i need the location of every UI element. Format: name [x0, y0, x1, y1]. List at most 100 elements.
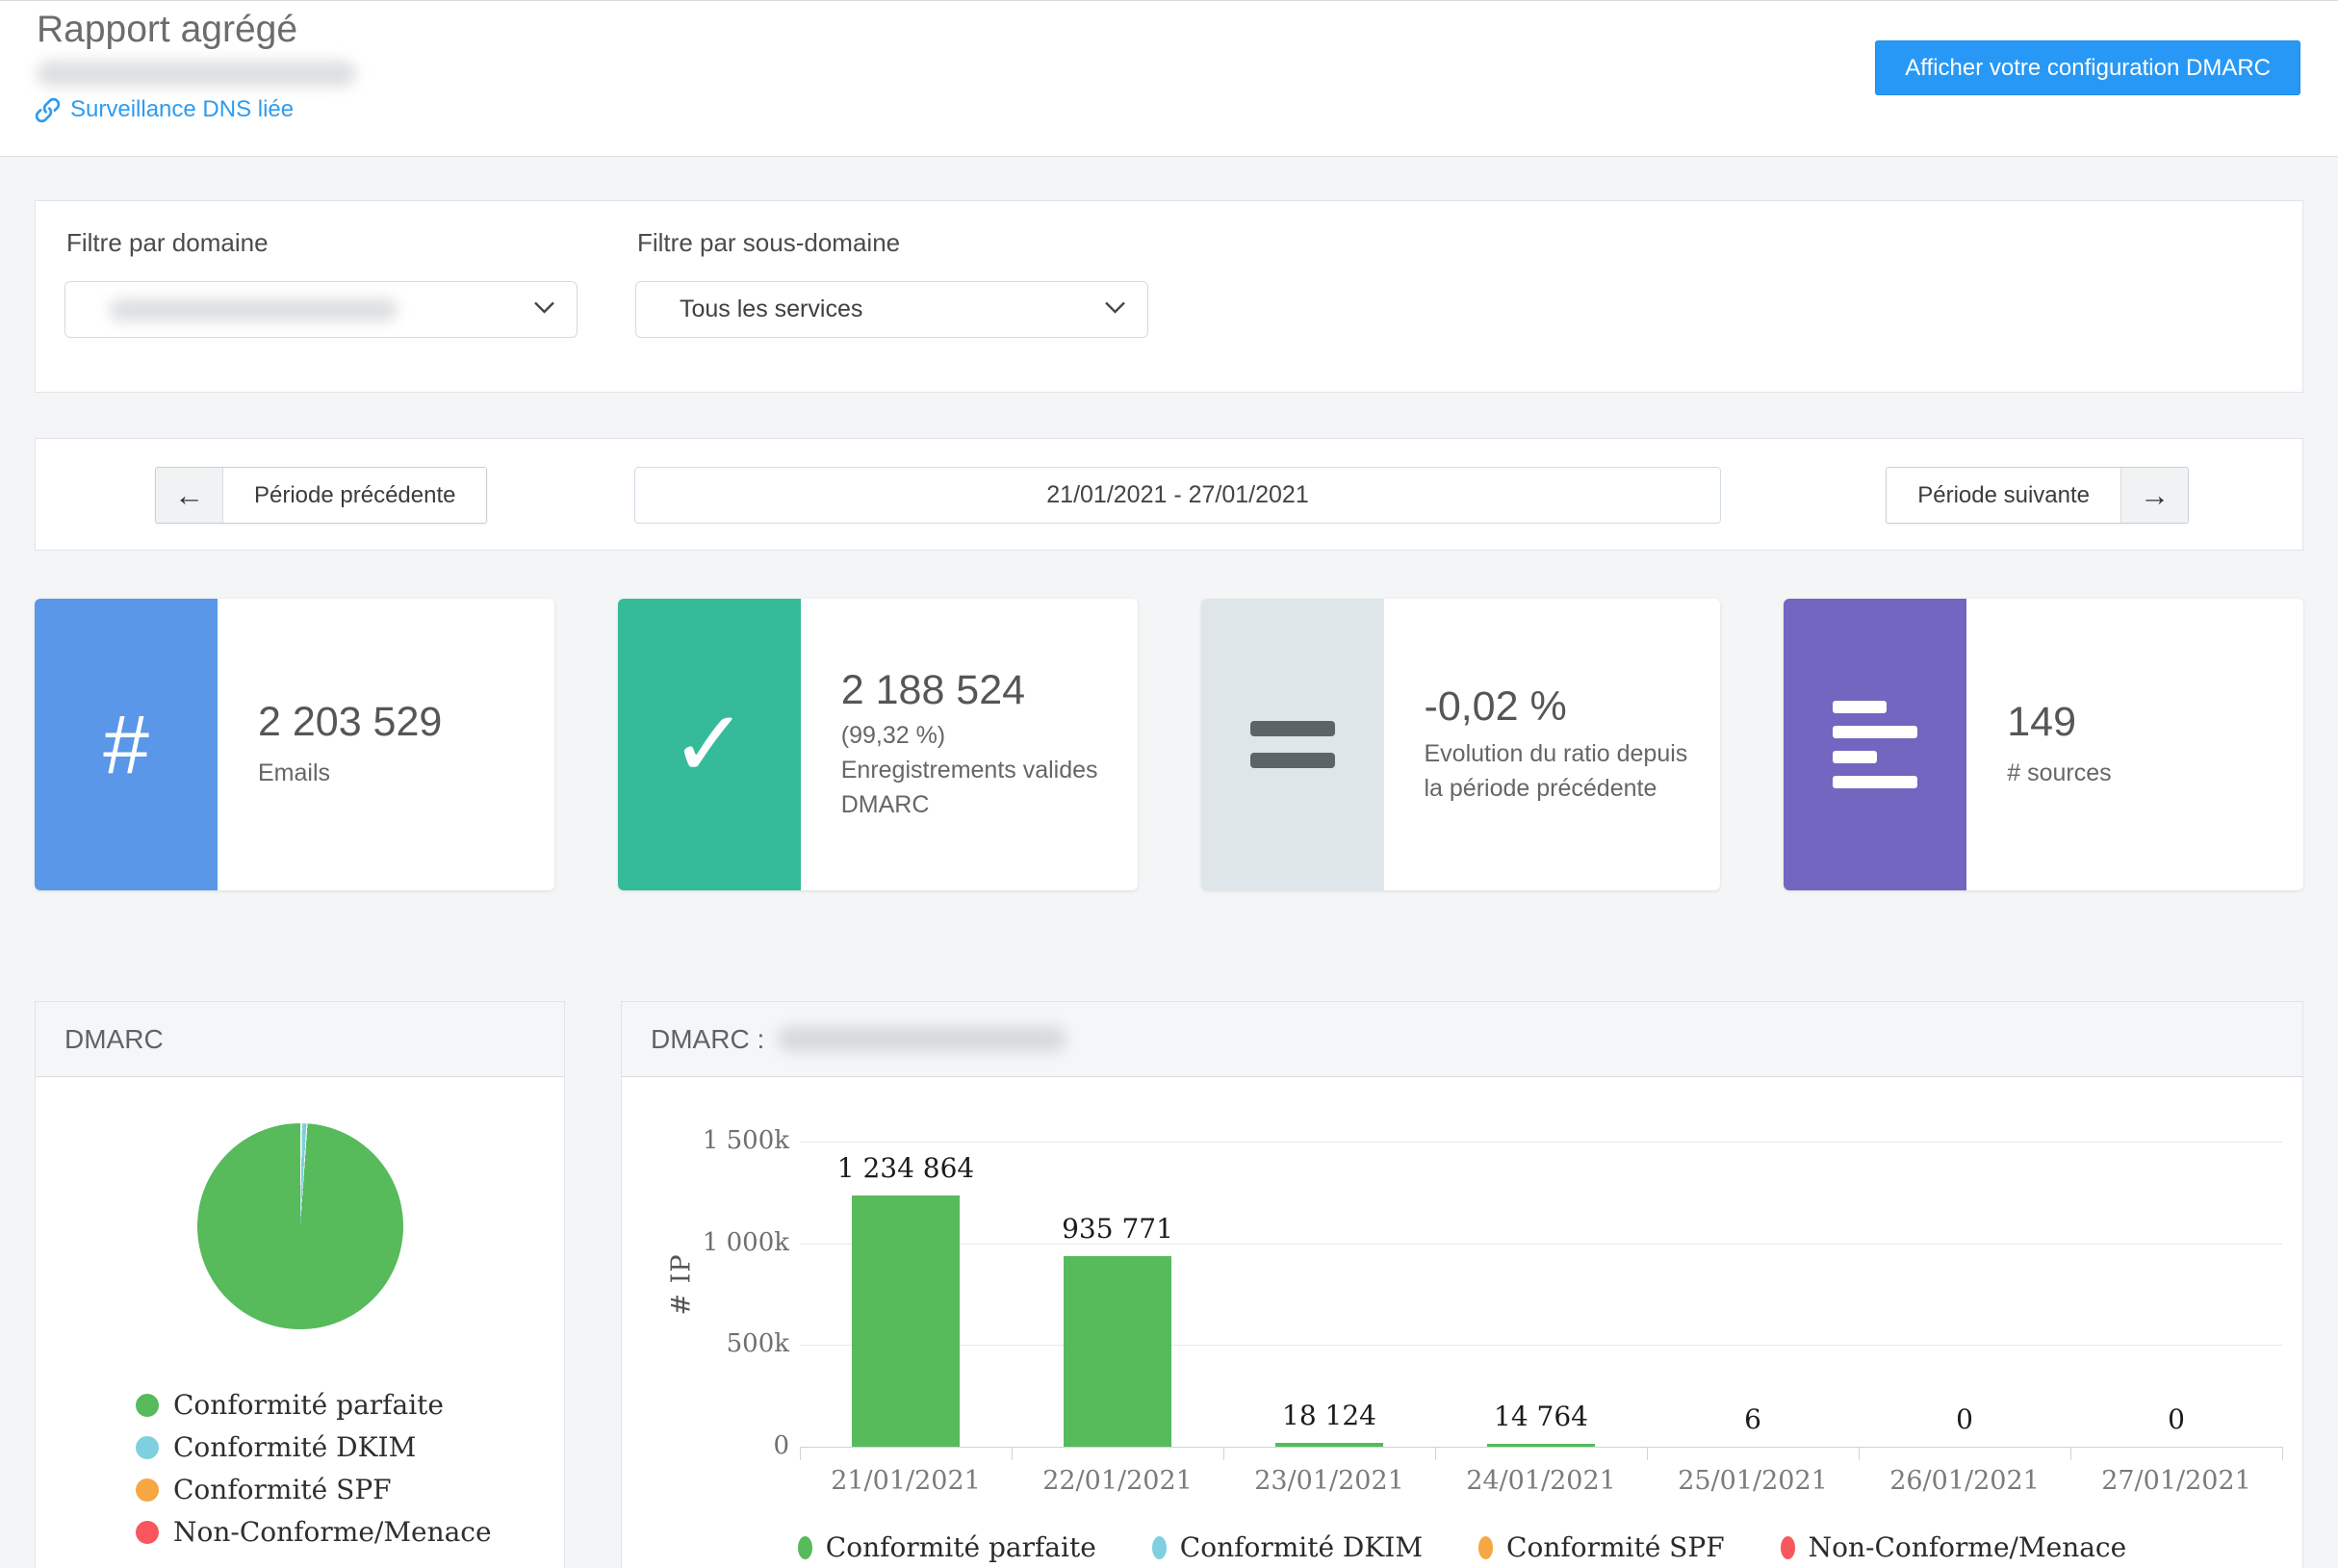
pie-legend-item[interactable]: Conformité parfaite [136, 1389, 564, 1421]
bar-value-label: 0 [2070, 1403, 2282, 1435]
dmarc-pie-card: DMARC Conformité parfaite Conformité DKIM… [35, 1001, 565, 1568]
chevron-down-icon [1104, 300, 1126, 320]
bar-legend-item[interactable]: Conformité DKIM [1152, 1531, 1423, 1563]
dns-monitoring-link[interactable]: Surveillance DNS liée [35, 96, 294, 123]
arrow-right-icon: → [2120, 468, 2188, 523]
arrow-left-icon: ← [156, 468, 223, 523]
stat-label: # sources [2007, 756, 2111, 790]
legend-label: Non-Conforme/Menace [1809, 1531, 2127, 1563]
bar-value-label: 1 234 864 [800, 1152, 1012, 1184]
x-axis-category-label: 23/01/2021 [1223, 1466, 1435, 1496]
legend-marker-icon [136, 1478, 159, 1502]
filters-card: Filtre par domaine Filtre par sous-domai… [35, 200, 2303, 393]
y-axis-tick-label: 500k [635, 1329, 789, 1358]
stat-panel [1784, 599, 1966, 890]
show-dmarc-config-button[interactable]: Afficher votre configuration DMARC [1875, 40, 2300, 95]
bar-value-label: 935 771 [1012, 1213, 1223, 1245]
stat-label: Emails [258, 756, 442, 790]
redacted-domain-subtitle [37, 61, 356, 87]
stat-panel: # [35, 599, 218, 890]
x-axis-tick [1223, 1447, 1224, 1460]
bar-value-label: 14 764 [1435, 1401, 1647, 1432]
chevron-down-icon [533, 300, 555, 320]
x-axis-tick [1859, 1447, 1860, 1460]
x-axis-tick [1435, 1447, 1436, 1460]
pie-legend-item[interactable]: Conformité SPF [136, 1474, 564, 1505]
stat-card-ratio-evolution: -0,02 % Evolution du ratio depuis la pér… [1201, 599, 1721, 890]
legend-marker-icon [136, 1436, 159, 1459]
pie-legend-item[interactable]: Conformité DKIM [136, 1431, 564, 1463]
bar-card-header: DMARC : [622, 1002, 2302, 1077]
stat-card-emails: # 2 203 529 Emails [35, 599, 554, 890]
redacted-domain-title [778, 1026, 1066, 1052]
subdomain-filter-value: Tous les services [636, 296, 862, 323]
bar-legend: Conformité parfaite Conformité DKIM Confor… [622, 1531, 2302, 1563]
y-axis-tick-label: 1 500k [635, 1126, 789, 1155]
x-axis-tick [800, 1447, 801, 1460]
next-period-label: Période suivante [1887, 468, 2120, 523]
bar-segment [1064, 1256, 1171, 1447]
y-axis-tick-label: 0 [635, 1431, 789, 1460]
period-nav-card: ← Période précédente 21/01/2021 - 27/01/… [35, 438, 2303, 551]
dmarc-pie-chart [197, 1123, 403, 1329]
previous-period-label: Période précédente [223, 468, 486, 523]
x-axis-line [800, 1447, 2283, 1448]
bar-value-label: 18 124 [1223, 1400, 1435, 1431]
next-period-button[interactable]: Période suivante → [1886, 467, 2189, 524]
stat-label: Enregistrements valides DMARC [841, 753, 1118, 823]
pie-card-header: DMARC [36, 1002, 564, 1077]
x-axis-category-label: 22/01/2021 [1012, 1466, 1223, 1496]
legend-label: Conformité SPF [173, 1474, 392, 1505]
pie-card-title: DMARC [64, 1024, 164, 1055]
legend-label: Conformité DKIM [1180, 1531, 1423, 1563]
gridline [800, 1345, 2282, 1346]
pie-legend-item[interactable]: Non-Conforme/Menace [136, 1516, 564, 1548]
bar-legend-item[interactable]: Conformité SPF [1478, 1531, 1725, 1563]
x-axis-category-label: 26/01/2021 [1859, 1466, 2070, 1496]
date-range-input[interactable]: 21/01/2021 - 27/01/2021 [634, 467, 1721, 524]
bar-legend-item[interactable]: Conformité parfaite [798, 1531, 1096, 1563]
hash-icon: # [103, 704, 149, 786]
y-axis-tick-label: 1 000k [635, 1228, 789, 1257]
dmarc-bar-card: DMARC : # IP 1 234 864935 771 18 12414 76… [621, 1001, 2303, 1568]
x-axis-tick [1012, 1447, 1013, 1460]
check-icon: ✓ [671, 699, 748, 791]
y-axis-title: # IP [667, 1253, 697, 1315]
x-axis-tick [2282, 1447, 2283, 1460]
stat-percent: (99,32 %) [841, 718, 1118, 753]
stat-value: -0,02 % [1425, 683, 1702, 731]
x-axis-tick [2070, 1447, 2071, 1460]
stat-card-valid-dmarc: ✓ 2 188 524 (99,32 %) Enregistrements va… [618, 599, 1138, 890]
stat-panel [1201, 599, 1384, 890]
stat-value: 2 188 524 [841, 667, 1118, 714]
x-axis-category-label: 27/01/2021 [2070, 1466, 2282, 1496]
legend-marker-icon [136, 1394, 159, 1417]
bar-chart-body: # IP 1 234 864935 77118 12414 764600 Con… [622, 1077, 2302, 1568]
subdomain-filter-select[interactable]: Tous les services [635, 281, 1148, 338]
x-axis-tick [1647, 1447, 1648, 1460]
x-axis-category-label: 21/01/2021 [800, 1466, 1012, 1496]
legend-label: Conformité parfaite [826, 1531, 1096, 1563]
stat-panel: ✓ [618, 599, 801, 890]
bar-plot: 1 234 864935 77118 12414 764600 [800, 1142, 2282, 1447]
redacted-domain-value [109, 298, 398, 321]
domain-filter-label: Filtre par domaine [66, 228, 269, 258]
bar-value-label: 0 [1859, 1403, 2070, 1435]
legend-marker-icon [1152, 1536, 1167, 1559]
x-axis-category-label: 24/01/2021 [1435, 1466, 1647, 1496]
link-icon [35, 97, 61, 123]
legend-label: Conformité parfaite [173, 1389, 444, 1421]
pie-legend: Conformité parfaite Conformité DKIM Confor… [136, 1389, 564, 1548]
previous-period-button[interactable]: ← Période précédente [155, 467, 487, 524]
bar-legend-item[interactable]: Non-Conforme/Menace [1781, 1531, 2127, 1563]
stat-card-sources: 149 # sources [1784, 599, 2303, 890]
legend-marker-icon [136, 1521, 159, 1544]
legend-marker-icon [1781, 1536, 1795, 1559]
bar-value-label: 6 [1647, 1403, 1859, 1435]
domain-filter-select[interactable] [64, 281, 578, 338]
page-header: Rapport agrégé Surveillance DNS liée Aff… [0, 0, 2338, 157]
x-axis-category-label: 25/01/2021 [1647, 1466, 1859, 1496]
bar-card-title: DMARC : [651, 1024, 764, 1055]
equals-icon [1250, 721, 1335, 768]
dns-monitoring-link-label: Surveillance DNS liée [70, 96, 294, 123]
